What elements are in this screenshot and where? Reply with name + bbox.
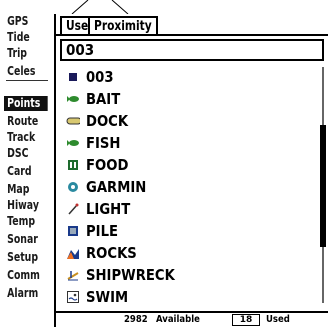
pile-icon [66, 224, 80, 238]
sidebar-item-track[interactable]: Track [4, 130, 40, 145]
sidebar-item-card[interactable]: Card [4, 164, 40, 179]
tab-proximity[interactable]: Proximity [88, 16, 158, 34]
sidebar-item-trip[interactable]: Trip [4, 46, 40, 61]
points-panel: User Proximity 003 003 BAIT DOCK FISH FO… [54, 14, 328, 329]
sidebar-item-temp[interactable]: Temp [4, 214, 40, 229]
list-item-label: SWIM [86, 288, 129, 306]
scrollbar[interactable] [320, 67, 326, 303]
list-item-label: ROCKS [86, 244, 137, 262]
sidebar-item-sonar[interactable]: Sonar [4, 232, 40, 247]
list-item-label: DOCK [86, 112, 129, 130]
available-count: 2982 [124, 314, 148, 325]
swim-icon [66, 290, 80, 304]
sidebar-item-comm[interactable]: Comm [4, 268, 40, 283]
light-icon [66, 202, 80, 216]
sidebar-divider [6, 80, 48, 81]
sidebar-item-map[interactable]: Map [4, 182, 40, 197]
list-item-label: SHIPWRECK [86, 266, 175, 284]
square-dot-icon [66, 70, 80, 84]
sidebar-item-celes[interactable]: Celes [4, 64, 40, 79]
shipwreck-icon [66, 268, 80, 282]
list-item[interactable]: FOOD [60, 155, 310, 175]
food-icon [66, 158, 80, 172]
list-item[interactable]: PILE [60, 221, 310, 241]
list-item[interactable]: DOCK [60, 111, 310, 131]
dock-icon [66, 114, 80, 128]
list-item[interactable]: GARMIN [60, 177, 310, 197]
list-item[interactable]: FISH [60, 133, 310, 153]
status-footer: 2982 Available 18 Used [56, 311, 328, 329]
list-item-label: FOOD [86, 156, 129, 174]
tab-user[interactable]: User [60, 16, 93, 34]
available-label: Available [156, 314, 200, 325]
list-item-label: BAIT [86, 90, 121, 108]
search-input[interactable]: 003 [60, 39, 324, 61]
scrollbar-thumb[interactable] [320, 125, 326, 247]
sidebar-item-tide[interactable]: Tide [4, 30, 40, 45]
fish-bait-icon [66, 92, 80, 106]
sidebar-item-points[interactable]: Points [4, 96, 48, 111]
search-value: 003 [66, 41, 95, 59]
list-item-label: LIGHT [86, 200, 131, 218]
fish-icon [66, 136, 80, 150]
garmin-icon [66, 180, 80, 194]
list-item[interactable]: BAIT [60, 89, 310, 109]
sidebar-item-route[interactable]: Route [4, 114, 40, 129]
used-label: Used [266, 314, 290, 325]
sidebar-item-dsc[interactable]: DSC [4, 146, 40, 161]
list-item[interactable]: SHIPWRECK [60, 265, 310, 285]
rocks-icon [66, 246, 80, 260]
used-count: 18 [232, 314, 260, 326]
list-item[interactable]: ROCKS [60, 243, 310, 263]
list-item-label: FISH [86, 134, 121, 152]
points-list: 003 BAIT DOCK FISH FOOD GARMIN LIGHT PIL… [60, 63, 326, 309]
list-item-label: GARMIN [86, 178, 147, 196]
sidebar-item-alarm[interactable]: Alarm [4, 286, 40, 301]
sidebar: GPS Tide Trip Celes Points Route Track D… [4, 14, 50, 327]
list-item[interactable]: LIGHT [60, 199, 310, 219]
sidebar-item-hiway[interactable]: Hiway [4, 198, 40, 213]
list-item-label: PILE [86, 222, 119, 240]
list-item[interactable]: SWIM [60, 287, 310, 307]
sidebar-item-gps[interactable]: GPS [4, 14, 40, 29]
tab-underline [56, 34, 328, 36]
list-item-label: 003 [86, 68, 114, 86]
sidebar-item-setup[interactable]: Setup [4, 250, 40, 265]
list-item[interactable]: 003 [60, 67, 310, 87]
